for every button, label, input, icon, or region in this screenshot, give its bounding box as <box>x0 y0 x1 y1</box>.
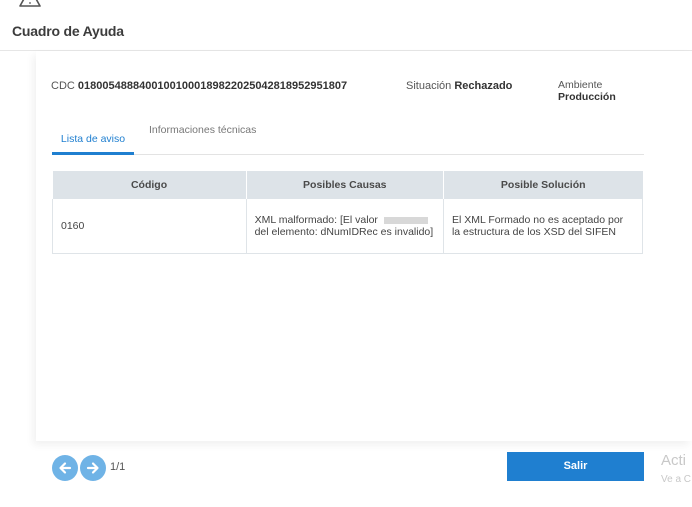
ambiente-label: Ambiente <box>558 79 603 91</box>
cell-solucion: El XML Formado no es aceptado por la est… <box>443 199 644 254</box>
salir-button[interactable]: Salir <box>507 452 644 481</box>
tab-bar: Lista de aviso Informaciones técnicas <box>52 122 644 155</box>
header-posibles-causas: Posibles Causas <box>246 171 444 199</box>
warnings-table: Código Posibles Causas Posible Solución … <box>52 171 644 254</box>
ambiente-info: Ambiente Producción <box>558 79 616 103</box>
help-dialog: Cuadro de Ayuda CDC 01800548884001001000… <box>0 0 692 507</box>
cdc-value: 0180054888400100100018982202504281895295… <box>77 80 348 92</box>
dialog-title: Cuadro de Ayuda <box>12 23 124 39</box>
page-count: 1/1 <box>110 461 126 473</box>
windows-activation-watermark-subtitle: Ve a C <box>661 474 692 485</box>
arrow-left-icon <box>59 462 72 474</box>
cell-causa-text-start: XML malformado: [El valor <box>254 214 378 226</box>
header-codigo: Código <box>52 171 247 199</box>
redacted-value <box>383 216 428 224</box>
cdc-label: CDC <box>51 80 75 92</box>
situacion-label: Situación <box>406 80 452 92</box>
next-page-button[interactable] <box>80 455 106 481</box>
ambiente-value: Producción <box>558 91 616 103</box>
tab-informaciones-tecnicas[interactable]: Informaciones técnicas <box>149 120 256 151</box>
cell-causa-text-end: del elemento: dNumIDRec es invalido] <box>254 226 434 238</box>
arrow-right-icon <box>86 462 99 474</box>
warning-triangle-icon <box>19 0 41 7</box>
windows-activation-watermark-title: Acti <box>661 452 687 469</box>
table-header-row: Código Posibles Causas Posible Solución <box>52 171 643 199</box>
tab-lista-de-aviso[interactable]: Lista de aviso <box>52 126 134 155</box>
situacion-info: Situación Rechazado <box>406 80 512 92</box>
situacion-value: Rechazado <box>454 80 513 92</box>
table-row: 0160 XML malformado: [El valor del eleme… <box>52 199 644 254</box>
previous-page-button[interactable] <box>52 455 78 481</box>
cdc-info: CDC 018005488840010010001898220250428189… <box>51 80 347 92</box>
cell-causa: XML malformado: [El valor del elemento: … <box>246 199 444 254</box>
cell-codigo: 0160 <box>52 199 247 254</box>
header-posible-solucion: Posible Solución <box>443 171 643 199</box>
